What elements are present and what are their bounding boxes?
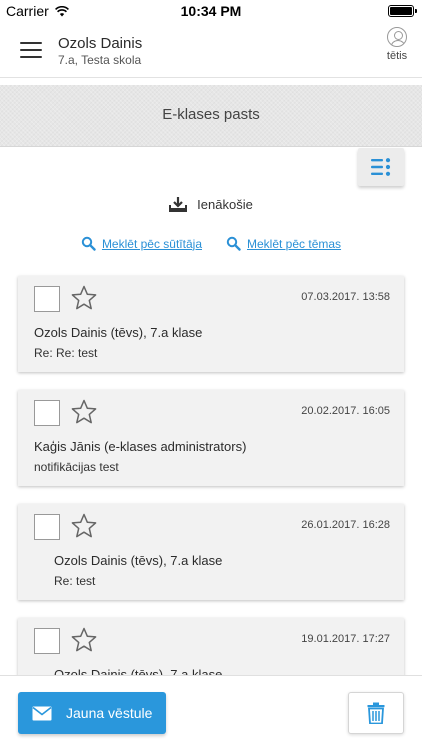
user-avatar-icon bbox=[387, 27, 407, 47]
hamburger-icon[interactable] bbox=[20, 42, 42, 58]
folder-label: Ienākošie bbox=[197, 196, 253, 212]
search-icon bbox=[81, 236, 96, 251]
battery-icon bbox=[388, 5, 417, 17]
role-switcher[interactable]: tētis bbox=[382, 27, 412, 62]
message-sender: Ozols Dainis (tēvs), 7.a klase bbox=[54, 553, 223, 568]
message-date: 20.02.2017. 16:05 bbox=[301, 405, 390, 417]
message-sender: Ozols Dainis (tēvs), 7.a klase bbox=[34, 325, 203, 340]
search-by-sender-label: Meklēt pēc sūtītāja bbox=[101, 236, 202, 251]
message-item[interactable]: 20.02.2017. 16:05 Kaģis Jānis (e-klases … bbox=[18, 390, 404, 486]
user-name: Ozols Dainis bbox=[58, 35, 143, 52]
status-bar: Carrier 10:34 PM bbox=[0, 0, 422, 22]
status-time: 10:34 PM bbox=[180, 3, 242, 19]
inbox-download-icon bbox=[169, 197, 188, 212]
folder-indicator: Ienākošie bbox=[0, 196, 422, 212]
app-header: Ozols Dainis 7.a, Testa skola tētis bbox=[0, 22, 422, 78]
star-outline-icon[interactable] bbox=[70, 398, 98, 426]
role-label: tētis bbox=[386, 50, 408, 62]
delete-button[interactable] bbox=[348, 692, 404, 734]
message-subject: Re: Re: test bbox=[34, 346, 98, 360]
search-by-sender-link[interactable]: Meklēt pēc sūtītāja bbox=[81, 236, 202, 251]
trash-icon bbox=[367, 702, 385, 724]
message-checkbox[interactable] bbox=[34, 514, 60, 540]
message-list: 07.03.2017. 13:58 Ozols Dainis (tēvs), 7… bbox=[18, 276, 404, 732]
message-item[interactable]: 26.01.2017. 16:28 Ozols Dainis (tēvs), 7… bbox=[18, 504, 404, 600]
message-item[interactable]: 07.03.2017. 13:58 Ozols Dainis (tēvs), 7… bbox=[18, 276, 404, 372]
message-checkbox[interactable] bbox=[34, 286, 60, 312]
message-date: 19.01.2017. 17:27 bbox=[301, 633, 390, 645]
message-subject: notifikācijas test bbox=[34, 460, 119, 474]
search-by-subject-label: Meklēt pēc tēmas bbox=[247, 236, 342, 251]
message-subject: Re: test bbox=[54, 574, 96, 588]
search-links: Meklēt pēc sūtītāja Meklēt pēc tēmas bbox=[0, 236, 422, 251]
new-message-button[interactable]: Jauna vēstule bbox=[18, 692, 166, 734]
message-checkbox[interactable] bbox=[34, 628, 60, 654]
new-message-label: Jauna vēstule bbox=[66, 705, 153, 721]
message-date: 07.03.2017. 13:58 bbox=[301, 291, 390, 303]
star-outline-icon[interactable] bbox=[70, 626, 98, 654]
bottom-action-bar: Jauna vēstule bbox=[0, 675, 422, 750]
page-title: E-klases pasts bbox=[162, 106, 260, 123]
search-icon bbox=[226, 236, 241, 251]
message-date: 26.01.2017. 16:28 bbox=[301, 519, 390, 531]
message-sender: Kaģis Jānis (e-klases administrators) bbox=[34, 439, 247, 454]
list-filter-icon bbox=[371, 158, 391, 176]
star-outline-icon[interactable] bbox=[70, 284, 98, 312]
user-class: 7.a, Testa skola bbox=[58, 53, 142, 67]
filter-button[interactable] bbox=[358, 148, 404, 186]
message-checkbox[interactable] bbox=[34, 400, 60, 426]
star-outline-icon[interactable] bbox=[70, 512, 98, 540]
envelope-icon bbox=[32, 706, 52, 720]
search-by-subject-link[interactable]: Meklēt pēc tēmas bbox=[226, 236, 341, 251]
page-banner: E-klases pasts bbox=[0, 85, 422, 147]
